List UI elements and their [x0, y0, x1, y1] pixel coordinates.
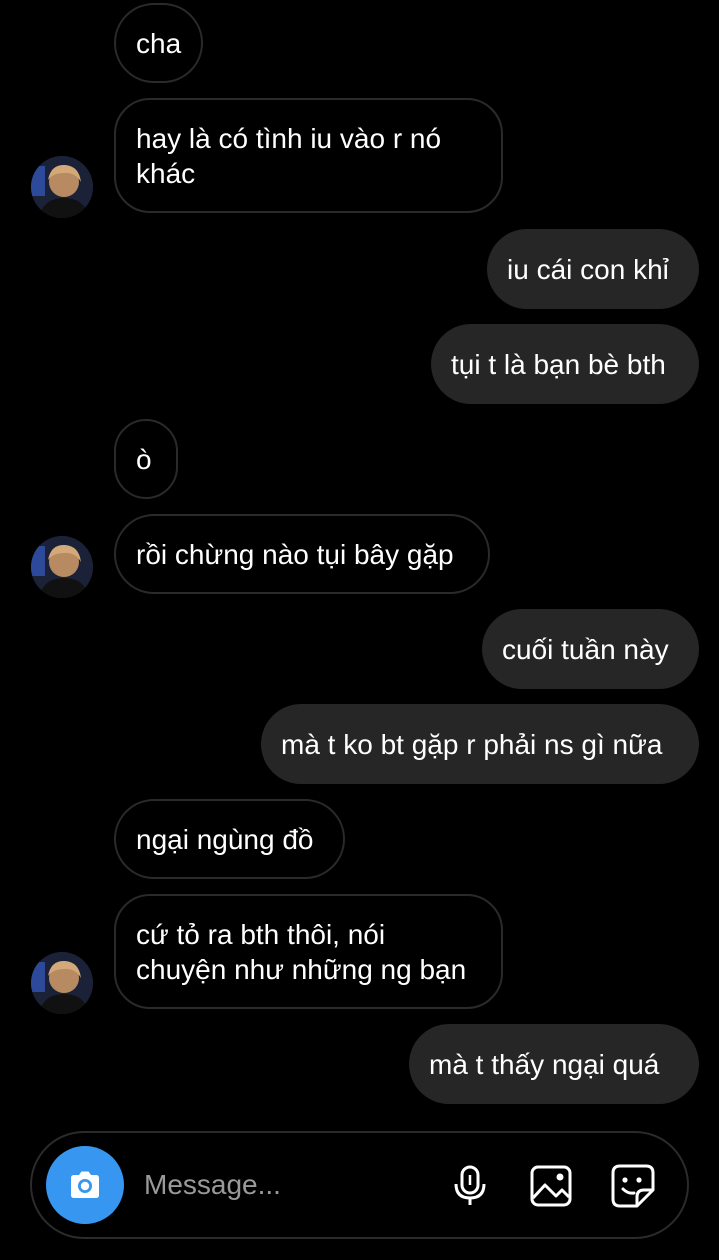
camera-button[interactable] [46, 1146, 124, 1224]
outgoing-message[interactable]: tụi t là bạn bè bth [431, 324, 699, 404]
incoming-message[interactable]: hay là có tình iu vào r nó khác [114, 98, 503, 213]
incoming-message[interactable]: ò [114, 419, 178, 499]
camera-icon [71, 1171, 99, 1198]
incoming-message[interactable]: cha [114, 3, 203, 83]
outgoing-message[interactable]: cuối tuần này [482, 609, 699, 689]
outgoing-message[interactable]: mà t thấy ngại quá [409, 1024, 699, 1104]
image-gallery-icon [530, 1165, 572, 1207]
gallery-button[interactable] [527, 1162, 575, 1210]
sticker-icon [611, 1164, 655, 1208]
message-input[interactable] [144, 1161, 434, 1209]
contact-avatar[interactable] [31, 156, 93, 218]
incoming-message[interactable]: cứ tỏ ra bth thôi, nói chuyện như những … [114, 894, 503, 1009]
outgoing-message[interactable]: iu cái con khỉ [487, 229, 699, 309]
message-composer [30, 1131, 689, 1239]
outgoing-message[interactable]: mà t ko bt gặp r phải ns gì nữa [261, 704, 699, 784]
incoming-message[interactable]: ngại ngùng đồ [114, 799, 345, 879]
incoming-message[interactable]: rồi chừng nào tụi bây gặp [114, 514, 490, 594]
contact-avatar[interactable] [31, 952, 93, 1014]
voice-message-button[interactable] [446, 1162, 494, 1210]
microphone-icon [454, 1165, 486, 1205]
contact-avatar[interactable] [31, 536, 93, 598]
sticker-button[interactable] [609, 1162, 657, 1210]
